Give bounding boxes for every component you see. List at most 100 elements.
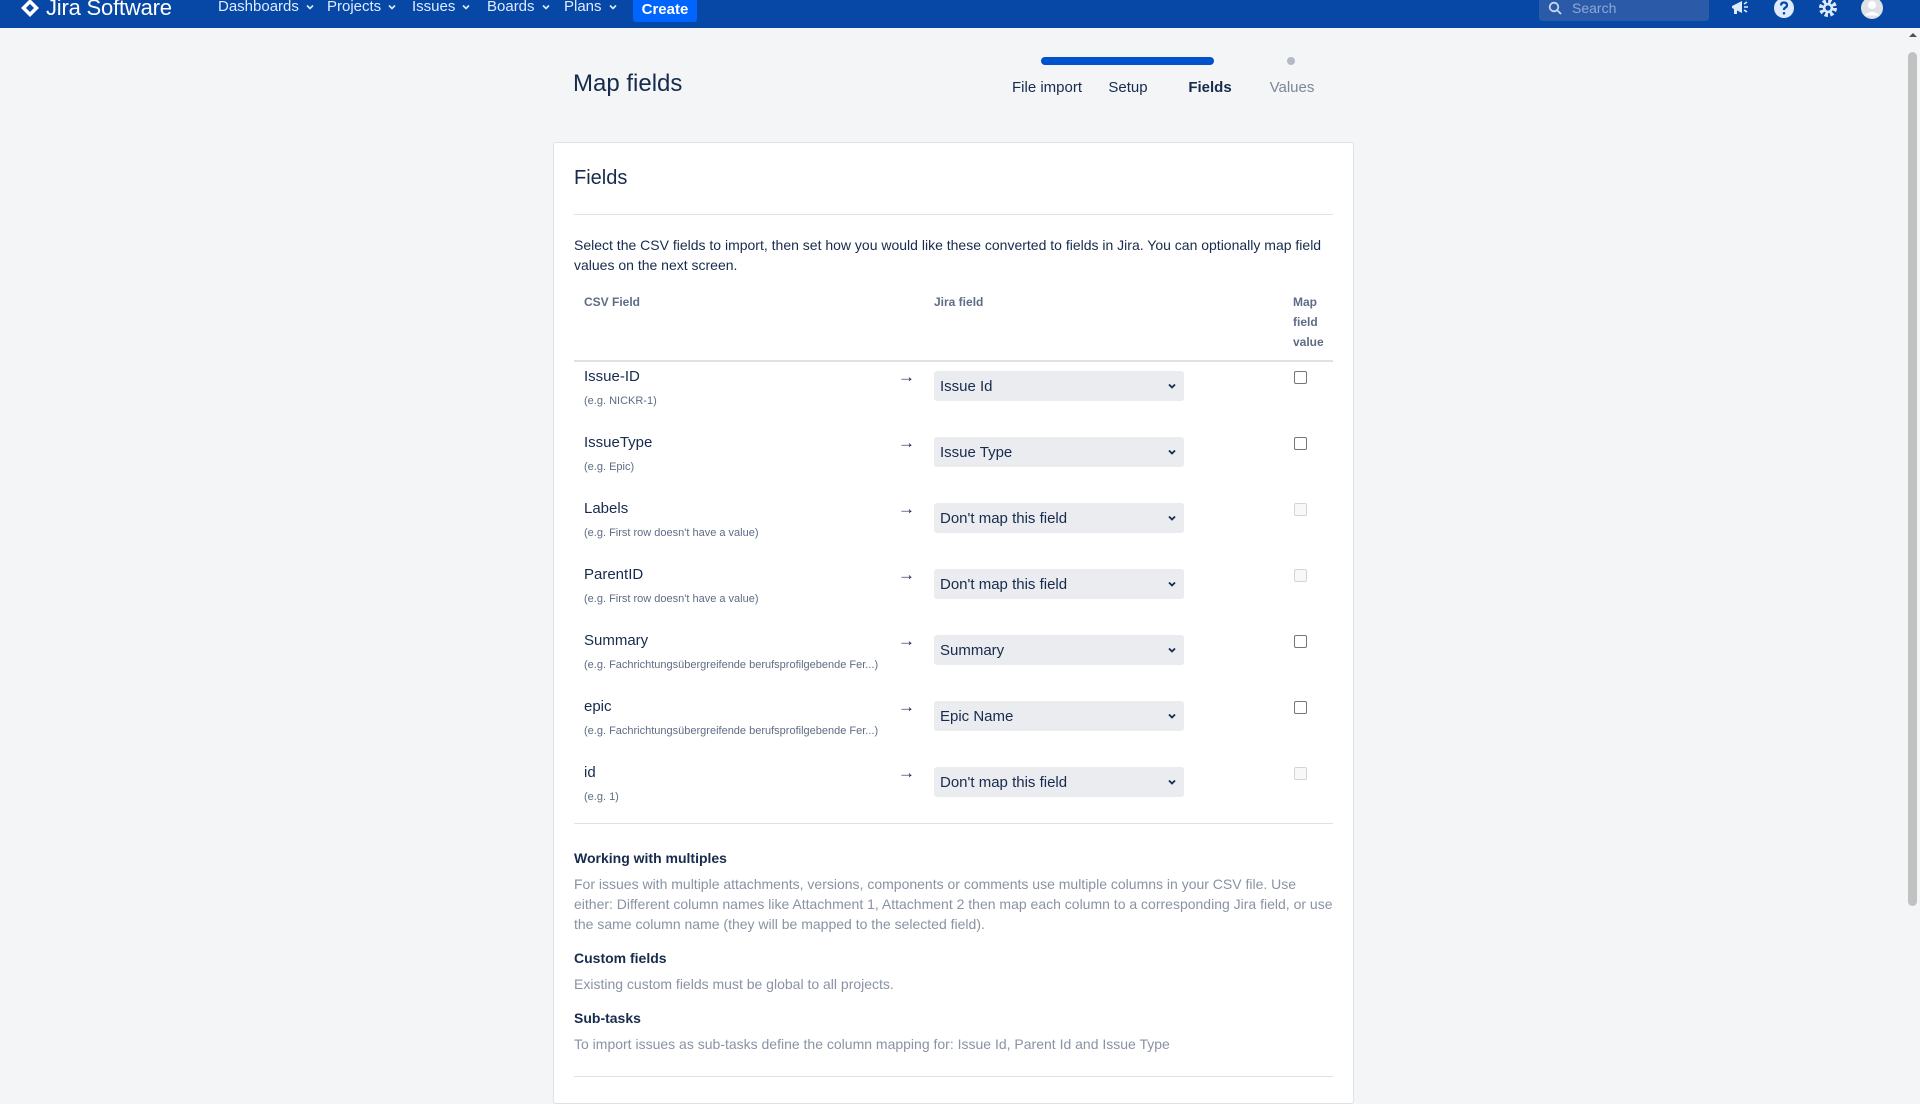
- mapping-arrow: →: [898, 631, 915, 650]
- map-field-value-checkbox-disabled: [1294, 569, 1307, 582]
- settings-gear-icon[interactable]: [1816, 0, 1840, 20]
- jira-field-select[interactable]: Don't map this field: [934, 503, 1184, 533]
- csv-field-example: (e.g. Epic): [584, 461, 635, 473]
- csv-field-name: Issue-ID: [584, 368, 640, 385]
- chevron-down-icon: [306, 4, 314, 10]
- table-header-divider: [574, 360, 1333, 362]
- notifications-icon[interactable]: [1728, 0, 1752, 20]
- jira-field-select-value: Issue Type: [940, 443, 1013, 461]
- jira-field-select-value: Summary: [940, 641, 1005, 659]
- jira-field-select[interactable]: Don't map this field: [934, 569, 1184, 599]
- csv-field-name: Summary: [584, 632, 649, 649]
- table-row: ParentID (e.g. First row doesn't have a …: [554, 565, 1353, 632]
- fields-card: Fields Select the CSV fields to import, …: [553, 142, 1354, 1104]
- scroll-up-arrow-icon[interactable]: [1908, 30, 1918, 40]
- jira-field-select-value: Don't map this field: [940, 575, 1068, 593]
- progress-bar-completed: [1041, 57, 1214, 65]
- progress-dot-next-step: [1287, 57, 1295, 65]
- map-field-value-checkbox-disabled: [1294, 503, 1307, 516]
- divider: [574, 1076, 1333, 1077]
- nav-dashboards[interactable]: Dashboards: [218, 0, 315, 15]
- nav-projects[interactable]: Projects: [327, 0, 397, 15]
- table-row: Labels (e.g. First row doesn't have a va…: [554, 499, 1353, 566]
- help-heading-custom-fields: Custom fields: [574, 950, 667, 966]
- table-row: Issue-ID (e.g. NICKR-1) → Issue Id: [554, 367, 1353, 434]
- jira-field-select-value: Don't map this field: [940, 773, 1068, 791]
- csv-field-example: (e.g. NICKR-1): [584, 395, 657, 407]
- csv-field-name: ParentID: [584, 566, 644, 583]
- top-navigation-bar: Jira Software Dashboards Projects Issues…: [0, 0, 1920, 28]
- logo-text: Jira Software: [46, 0, 172, 20]
- nav-projects-label: Projects: [327, 0, 382, 15]
- step-values: Values: [1269, 79, 1315, 96]
- help-heading-subtasks: Sub-tasks: [574, 1010, 641, 1026]
- csv-field-example: (e.g. 1): [584, 791, 619, 803]
- map-field-value-checkbox[interactable]: [1294, 701, 1307, 714]
- csv-field-name: IssueType: [584, 434, 653, 451]
- csv-field-name: Labels: [584, 500, 629, 517]
- page-title: Map fields: [573, 70, 683, 97]
- nav-plans[interactable]: Plans: [564, 0, 618, 15]
- table-row: IssueType (e.g. Epic) → Issue Type: [554, 433, 1353, 500]
- step-file-import: File import: [1012, 79, 1083, 96]
- mapping-arrow: →: [898, 763, 915, 782]
- nav-issues-label: Issues: [412, 0, 456, 15]
- nav-plans-label: Plans: [564, 0, 602, 15]
- jira-field-select[interactable]: Issue Type: [934, 437, 1184, 467]
- map-field-value-checkbox[interactable]: [1294, 371, 1307, 384]
- jira-field-select[interactable]: Epic Name: [934, 701, 1184, 731]
- search-icon: [1548, 1, 1562, 15]
- chevron-down-icon: [1168, 581, 1176, 587]
- csv-field-name: id: [584, 764, 596, 781]
- help-icon[interactable]: [1772, 0, 1796, 20]
- mapping-arrow: →: [898, 565, 915, 584]
- step-fields: Fields: [1188, 79, 1232, 96]
- map-field-value-checkbox[interactable]: [1294, 635, 1307, 648]
- divider: [574, 214, 1333, 215]
- jira-field-select-value: Issue Id: [940, 377, 993, 395]
- chevron-down-icon: [1168, 713, 1176, 719]
- page-scrollbar-thumb[interactable]: [1908, 52, 1917, 906]
- jira-logo[interactable]: Jira Software: [20, 0, 172, 21]
- chevron-down-icon: [1168, 779, 1176, 785]
- mapping-arrow: →: [898, 367, 915, 386]
- csv-field-example: (e.g. First row doesn't have a value): [584, 527, 759, 539]
- card-title: Fields: [574, 167, 628, 189]
- mapping-arrow: →: [898, 697, 915, 716]
- help-text-subtasks: To import issues as sub-tasks define the…: [574, 1036, 1170, 1052]
- chevron-down-icon: [541, 4, 550, 10]
- chevron-down-icon: [462, 4, 470, 10]
- csv-field-name: epic: [584, 698, 612, 715]
- chevron-down-icon: [1168, 383, 1176, 389]
- column-header-csv-field: CSV Field: [584, 295, 641, 309]
- intro-text: Select the CSV fields to import, then se…: [574, 237, 1322, 273]
- step-setup: Setup: [1108, 79, 1148, 96]
- jira-field-select[interactable]: Summary: [934, 635, 1184, 665]
- column-header-jira-field: Jira field: [934, 295, 984, 309]
- search-box[interactable]: [1539, 0, 1709, 21]
- map-field-value-checkbox-disabled: [1294, 767, 1307, 780]
- chevron-down-icon: [1168, 449, 1176, 455]
- table-row: id (e.g. 1) → Don't map this field: [554, 763, 1353, 830]
- table-bottom-divider: [574, 823, 1333, 824]
- table-row: Summary (e.g. Fachrichtungsübergreifende…: [554, 631, 1353, 698]
- profile-avatar-icon[interactable]: [1860, 0, 1884, 20]
- chevron-down-icon: [1168, 515, 1176, 521]
- nav-issues[interactable]: Issues: [412, 0, 471, 15]
- table-row: epic (e.g. Fachrichtungsübergreifende be…: [554, 697, 1353, 764]
- column-header-map-field-value: Map field value: [1293, 295, 1324, 349]
- jira-field-select-value: Epic Name: [940, 707, 1014, 725]
- help-heading-multiples: Working with multiples: [574, 850, 727, 866]
- mapping-arrow: →: [898, 499, 915, 518]
- chevron-down-icon: [388, 4, 396, 10]
- csv-field-example: (e.g. Fachrichtungsübergreifende berufsp…: [584, 659, 879, 671]
- map-field-value-checkbox[interactable]: [1294, 437, 1307, 450]
- create-button[interactable]: Create: [633, 0, 697, 22]
- jira-field-select[interactable]: Issue Id: [934, 371, 1184, 401]
- jira-field-select[interactable]: Don't map this field: [934, 767, 1184, 797]
- nav-boards[interactable]: Boards: [487, 0, 551, 15]
- chevron-down-icon: [608, 4, 617, 10]
- mapping-arrow: →: [898, 433, 915, 452]
- help-text-custom-fields: Existing custom fields must be global to…: [574, 976, 894, 992]
- search-input[interactable]: [1570, 0, 1694, 17]
